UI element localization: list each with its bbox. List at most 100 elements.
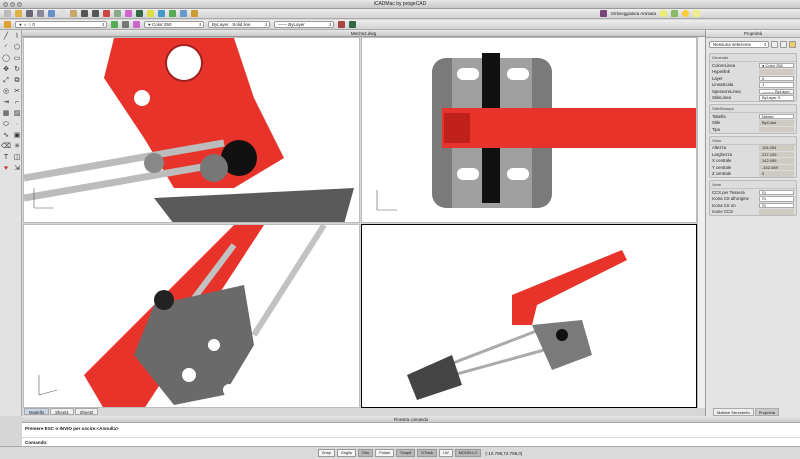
make-current-icon[interactable] xyxy=(111,21,118,28)
print-style-icon[interactable] xyxy=(349,21,356,28)
explode-tool-icon[interactable]: ✳ xyxy=(12,142,22,152)
window-controls[interactable] xyxy=(3,2,22,7)
tab-modello[interactable]: Modello xyxy=(24,408,50,415)
layer-previous-icon[interactable] xyxy=(122,21,129,28)
tab-proprieta[interactable]: Proprietà xyxy=(754,408,779,416)
viewport-bottom-right-active[interactable] xyxy=(361,224,697,408)
status-toggle-otrack[interactable]: OTrack xyxy=(417,449,438,457)
select-objects-icon[interactable] xyxy=(780,41,787,48)
pan-icon[interactable] xyxy=(103,10,110,17)
offset-tool-icon[interactable]: ◎ xyxy=(1,87,11,97)
polyline-tool-icon[interactable]: ⌇ xyxy=(12,32,22,42)
property-label: Altezza xyxy=(712,145,727,151)
spline-tool-icon[interactable]: ∿ xyxy=(1,131,11,141)
color-picker-icon[interactable] xyxy=(133,21,140,28)
paste-icon[interactable] xyxy=(70,10,77,17)
property-value[interactable]: Sì xyxy=(759,196,794,202)
array-tool-icon[interactable]: ▦ xyxy=(1,109,11,119)
draw-icon[interactable] xyxy=(147,10,154,17)
selection-select[interactable]: Nessuna selezione xyxy=(709,41,769,48)
status-toggle-lw[interactable]: LW xyxy=(439,449,453,457)
tab-sheet2[interactable]: Sheet2 xyxy=(74,408,99,415)
paint-tool-icon[interactable]: ♥ xyxy=(1,164,11,174)
shading-icon[interactable] xyxy=(599,10,607,17)
color-select[interactable]: ● Color 250 xyxy=(144,21,204,28)
vertical-scrollbar[interactable] xyxy=(697,37,705,408)
command-input[interactable]: Comando: xyxy=(22,437,800,446)
undo-icon[interactable] xyxy=(81,10,88,17)
light-refresh-icon[interactable] xyxy=(671,10,678,17)
scale-tool-icon[interactable]: ⤢ xyxy=(1,76,11,86)
status-toggle-modello[interactable]: MODELLO xyxy=(454,449,482,457)
spotlight-icon[interactable] xyxy=(693,10,700,17)
save-icon[interactable] xyxy=(26,10,33,17)
open-icon[interactable] xyxy=(15,10,22,17)
property-value[interactable]: ——— ByLayer xyxy=(759,88,794,94)
render-icon[interactable] xyxy=(191,10,198,17)
polygon-tool-icon[interactable]: ⬠ xyxy=(12,43,22,53)
point-tool-icon[interactable]: · xyxy=(12,120,22,130)
property-row: SpessoreLinea ——— ByLayer xyxy=(710,88,796,95)
hatch-tool-icon[interactable]: ▨ xyxy=(12,109,22,119)
close-button[interactable] xyxy=(3,2,8,7)
layer-manager-icon[interactable] xyxy=(4,21,11,28)
zoom-button[interactable] xyxy=(17,2,22,7)
viewport-top-right[interactable] xyxy=(361,37,697,223)
circle-tool-icon[interactable]: ◯ xyxy=(1,54,11,64)
property-value[interactable]: 0 xyxy=(759,75,794,81)
ellipse-tool-icon[interactable]: ⬭ xyxy=(1,120,11,130)
pickadd-icon[interactable] xyxy=(789,41,796,48)
cut-icon[interactable] xyxy=(48,10,55,17)
linetype-manager-icon[interactable] xyxy=(338,21,345,28)
lineweight-select[interactable]: —— ByLayer xyxy=(274,21,334,28)
fillet-tool-icon[interactable]: ⌐ xyxy=(12,98,22,108)
property-value[interactable]: Niente xyxy=(759,113,794,119)
line-tool-icon[interactable]: ╱ xyxy=(1,32,11,42)
redo-icon[interactable] xyxy=(92,10,99,17)
erase-tool-icon[interactable]: ⌫ xyxy=(1,142,11,152)
status-toggle-polare[interactable]: Polare xyxy=(375,449,395,457)
sun-icon[interactable] xyxy=(682,10,689,17)
viewport-bottom-left[interactable] xyxy=(23,224,360,408)
quick-select-icon[interactable] xyxy=(771,41,778,48)
status-toggle-orto[interactable]: Orto xyxy=(357,449,374,457)
move-tool-icon[interactable]: ✥ xyxy=(1,65,11,75)
property-value[interactable]: 1 xyxy=(759,82,794,88)
minimize-button[interactable] xyxy=(10,2,15,7)
selection-value: Nessuna selezione xyxy=(713,42,752,47)
copy-icon[interactable] xyxy=(59,10,66,17)
mirror-tool-icon[interactable]: ⧉ xyxy=(12,76,22,86)
print-icon[interactable] xyxy=(37,10,44,17)
help-icon[interactable] xyxy=(136,10,143,17)
region-tool-icon[interactable]: ◫ xyxy=(12,153,22,163)
block-tool-icon[interactable]: ▣ xyxy=(12,131,22,141)
property-value[interactable]: ByLayer S xyxy=(759,95,794,101)
rectangle-tool-icon[interactable]: ▭ xyxy=(12,54,22,64)
arc-tool-icon[interactable]: ◜ xyxy=(1,43,11,53)
text-tool-icon[interactable]: T xyxy=(1,153,11,163)
viewport-top-left[interactable] xyxy=(23,37,360,223)
linetype-select[interactable]: ByLayer Solid line xyxy=(208,21,270,28)
status-toggle-griglia[interactable]: Griglia xyxy=(336,449,356,457)
trim-tool-icon[interactable]: ✂ xyxy=(12,87,22,97)
status-toggle-snap[interactable]: Snap xyxy=(318,449,335,457)
tab-matrice-strumento[interactable]: Matrice Strumento xyxy=(713,408,754,416)
layer-select[interactable]: ● ☼ ○ 0 xyxy=(15,21,107,28)
rotate-tool-icon[interactable]: ↻ xyxy=(12,65,22,75)
property-value[interactable]: Sì xyxy=(759,189,794,195)
shading-label[interactable]: Ombreggiatura Animata xyxy=(611,11,656,16)
properties-title: Proprietà xyxy=(743,31,763,36)
status-toggle-snapif[interactable]: Snapif xyxy=(396,449,416,457)
light-icon[interactable] xyxy=(660,10,667,17)
color-icon[interactable] xyxy=(125,10,132,17)
dimension-icon[interactable] xyxy=(158,10,165,17)
property-value[interactable]: ● Color 250 xyxy=(759,62,794,68)
zoom-icon[interactable] xyxy=(114,10,121,17)
new-icon[interactable] xyxy=(4,10,11,17)
check-icon[interactable] xyxy=(169,10,176,17)
tab-sheet1[interactable]: Sheet1 xyxy=(50,408,74,415)
extend-tool-icon[interactable]: ⇥ xyxy=(1,98,11,108)
view-icon[interactable] xyxy=(180,10,187,17)
stretch-tool-icon[interactable]: ⇲ xyxy=(12,164,22,174)
property-value[interactable]: Sì xyxy=(759,202,794,208)
